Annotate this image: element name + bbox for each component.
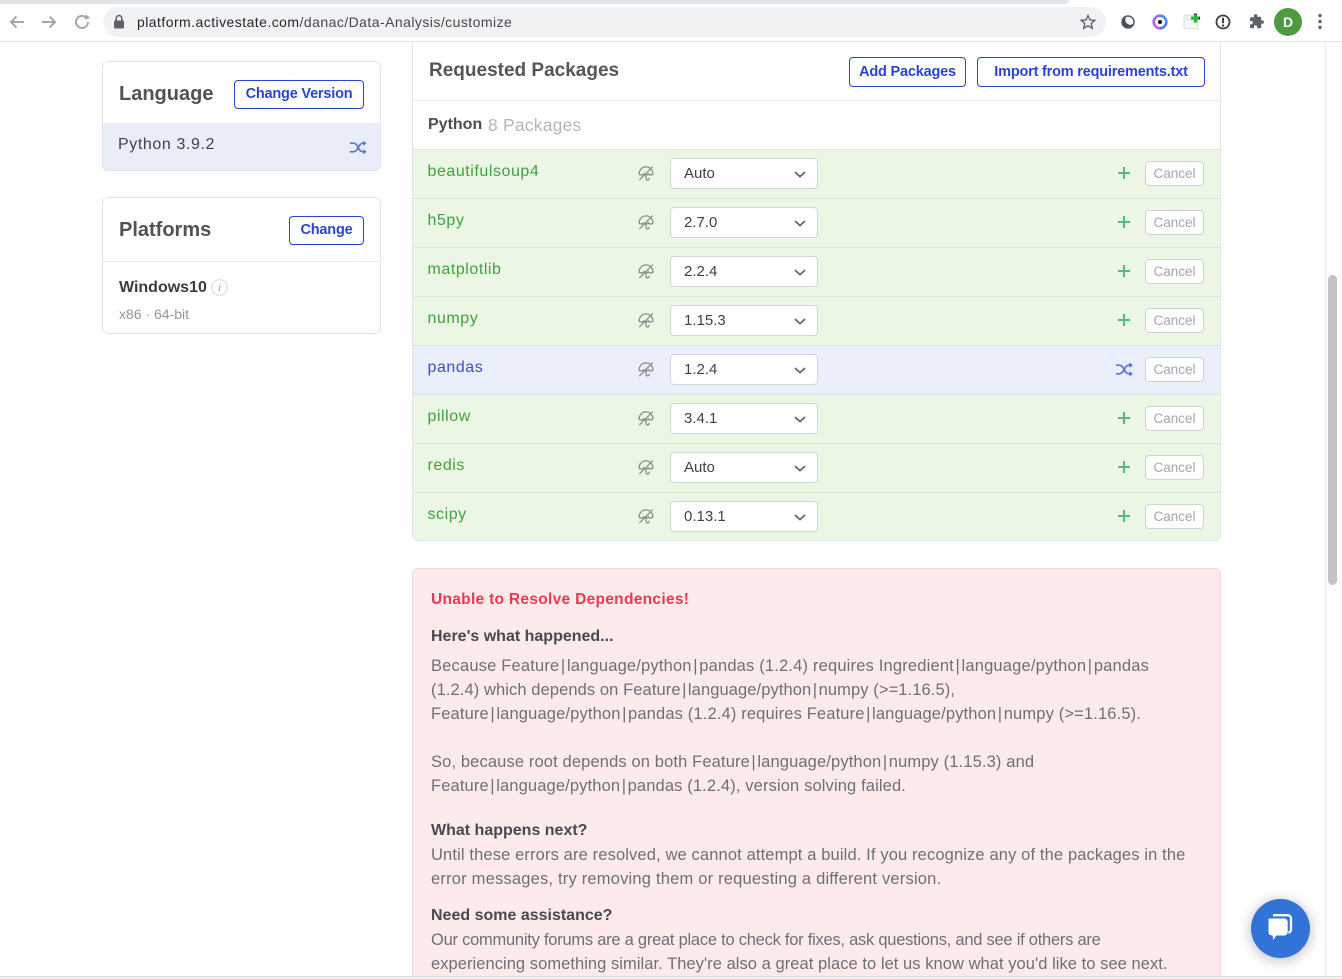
svg-text:i: i <box>218 282 221 294</box>
